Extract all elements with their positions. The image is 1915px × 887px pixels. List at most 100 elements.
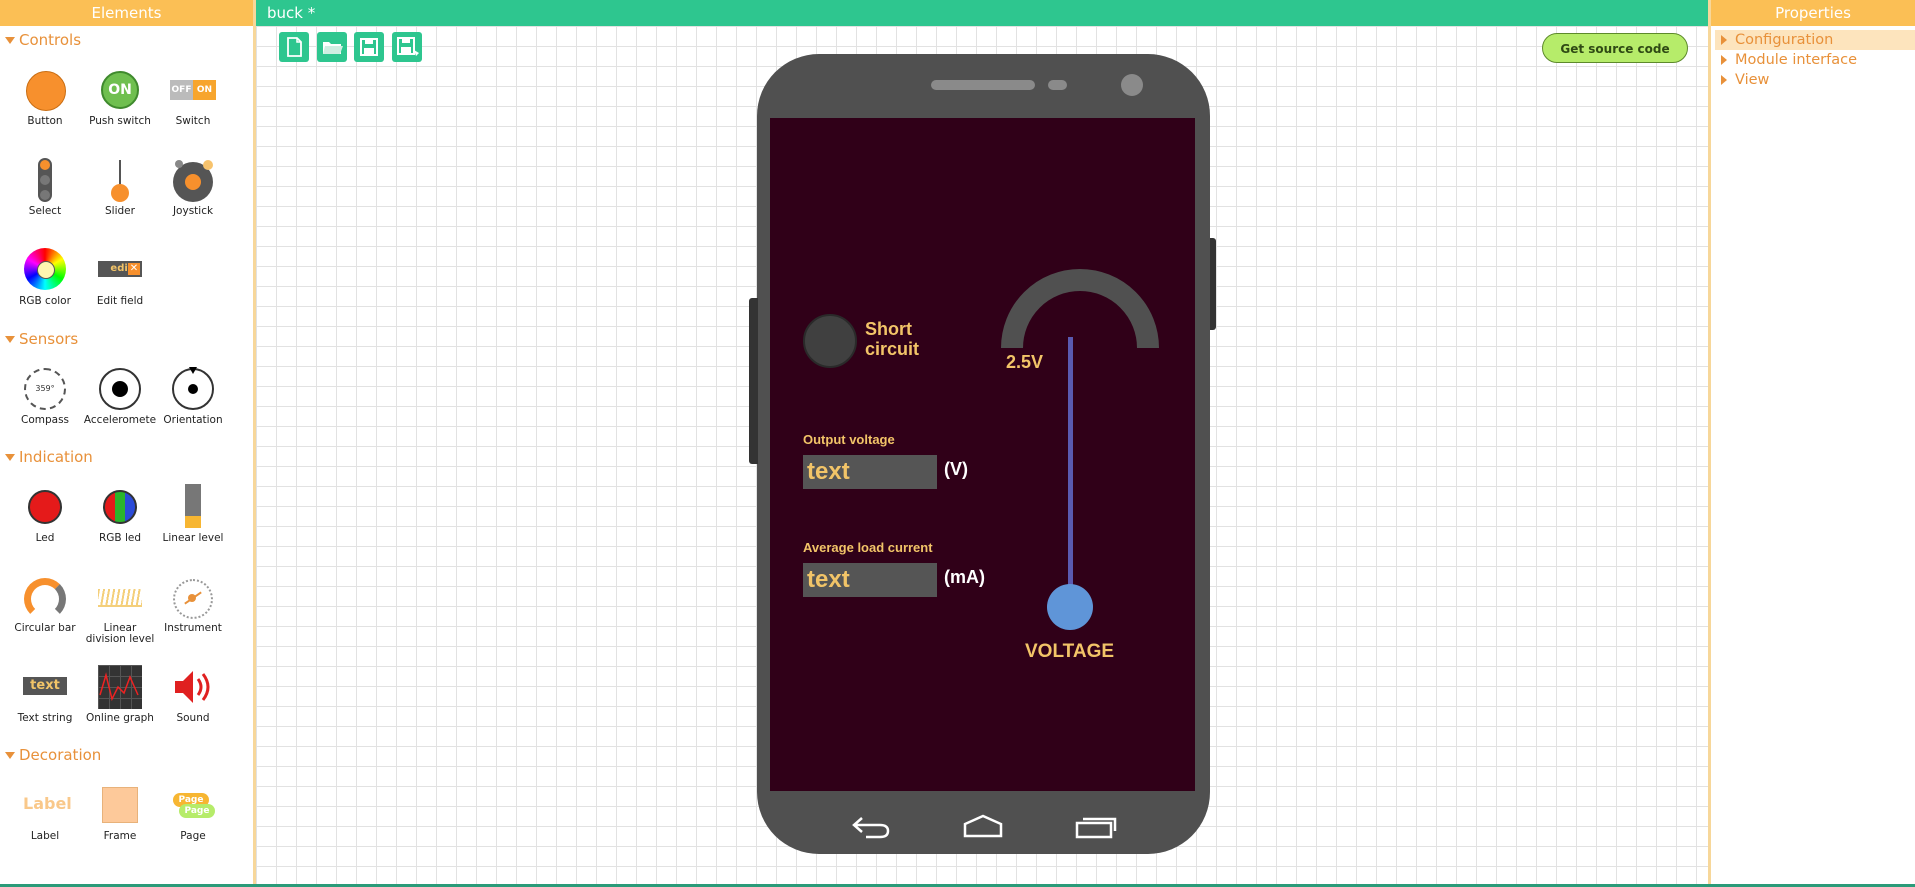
- tool-label: Sound: [176, 712, 210, 724]
- section-indication[interactable]: Indication: [5, 448, 93, 466]
- color-wheel-icon: [23, 248, 67, 292]
- short-circuit-led[interactable]: [803, 314, 857, 368]
- select-icon: [23, 158, 67, 202]
- tool-label: Frame: [103, 830, 137, 842]
- linear-level-icon: [171, 484, 215, 529]
- tool-linear-level[interactable]: Linear level: [155, 484, 231, 544]
- tool-edit-field[interactable]: edit ✕ Edit field: [82, 248, 158, 307]
- properties-panel-title: Properties: [1711, 0, 1915, 26]
- tool-label: Linear level: [162, 532, 224, 544]
- open-folder-icon: [323, 42, 343, 54]
- tool-label-element[interactable]: Label Label: [7, 783, 83, 842]
- tool-label: Joystick: [172, 205, 214, 217]
- save-as-icon: [397, 37, 419, 56]
- open-file-button[interactable]: [317, 32, 347, 62]
- tool-text-string[interactable]: text Text string: [7, 665, 83, 724]
- tool-joystick[interactable]: Joystick: [155, 158, 231, 217]
- elements-panel-title: Elements: [0, 0, 253, 26]
- collapse-triangle-icon: [5, 37, 15, 44]
- property-label: Module interface: [1735, 52, 1858, 68]
- new-file-icon: [287, 37, 302, 57]
- expand-triangle-icon: [1721, 55, 1727, 65]
- recent-apps-nav-icon[interactable]: [1073, 810, 1117, 840]
- tool-rgb-color[interactable]: RGB color: [7, 248, 83, 307]
- section-decoration-label: Decoration: [19, 746, 102, 764]
- short-circuit-label: Short circuit: [865, 319, 920, 359]
- tool-push-switch[interactable]: ON Push switch: [82, 68, 158, 127]
- led-icon: [23, 485, 67, 529]
- tool-led[interactable]: Led: [7, 485, 83, 544]
- tool-switch[interactable]: OFF ON Switch: [155, 68, 231, 127]
- tool-select[interactable]: Select: [7, 158, 83, 217]
- voltage-slider-track[interactable]: [1068, 337, 1073, 601]
- gauge-icon: [171, 575, 215, 619]
- joystick-icon: [171, 158, 215, 202]
- expand-triangle-icon: [1721, 35, 1727, 45]
- back-nav-icon[interactable]: [850, 810, 894, 840]
- tool-circular-bar[interactable]: Circular bar: [7, 575, 83, 634]
- tool-label: Compass: [20, 414, 70, 426]
- get-source-code-button[interactable]: Get source code: [1542, 33, 1688, 63]
- circular-bar-icon: [23, 575, 67, 620]
- tool-rgb-led[interactable]: RGB led: [82, 485, 158, 544]
- section-sensors-label: Sensors: [19, 330, 79, 348]
- edit-field-icon: edit ✕: [98, 248, 142, 292]
- expand-triangle-icon: [1721, 75, 1727, 85]
- tool-accelerometer[interactable]: Acceleromete: [82, 367, 158, 426]
- section-controls-label: Controls: [19, 31, 82, 49]
- tool-label: Switch: [175, 115, 211, 127]
- tool-label: Button: [27, 115, 63, 127]
- slider-icon: [98, 158, 142, 202]
- output-voltage-label: Output voltage: [803, 432, 895, 447]
- speaker-icon: [171, 665, 215, 709]
- tool-online-graph[interactable]: Online graph: [82, 665, 158, 724]
- tool-label: Online graph: [86, 712, 154, 724]
- phone-sensor: [1048, 80, 1067, 90]
- tool-linear-division-level[interactable]: Linear division level: [82, 575, 158, 645]
- frame-icon: [98, 783, 142, 827]
- tool-label: Instrument: [164, 622, 222, 634]
- elements-panel: Elements Controls Button ON Push switch …: [0, 0, 256, 884]
- home-nav-icon[interactable]: [961, 810, 1005, 840]
- voltage-slider-knob[interactable]: [1047, 584, 1093, 630]
- section-decoration[interactable]: Decoration: [5, 746, 101, 764]
- section-indication-label: Indication: [19, 448, 93, 466]
- tool-frame[interactable]: Frame: [82, 783, 158, 842]
- collapse-triangle-icon: [5, 752, 15, 759]
- accelerometer-icon: [98, 367, 142, 411]
- save-as-button[interactable]: [392, 32, 422, 62]
- push-switch-icon: ON: [98, 68, 142, 112]
- property-label: View: [1735, 72, 1770, 88]
- output-voltage-unit: (V): [944, 459, 968, 479]
- switch-icon: OFF ON: [170, 68, 216, 112]
- property-configuration[interactable]: Configuration: [1715, 30, 1915, 50]
- new-file-button[interactable]: [279, 32, 309, 62]
- section-sensors[interactable]: Sensors: [5, 330, 78, 348]
- tool-button[interactable]: Button: [7, 68, 83, 127]
- tool-compass[interactable]: 359° Compass: [7, 367, 83, 426]
- phone-speaker: [931, 80, 1035, 90]
- tool-label: Linear division level: [85, 622, 155, 646]
- section-controls[interactable]: Controls: [5, 31, 81, 49]
- save-button[interactable]: [354, 32, 384, 62]
- property-module-interface[interactable]: Module interface: [1715, 50, 1915, 70]
- property-label: Configuration: [1735, 32, 1834, 48]
- save-icon: [360, 38, 378, 56]
- tool-sound[interactable]: Sound: [155, 665, 231, 724]
- properties-panel: Properties Configuration Module interfac…: [1708, 0, 1915, 884]
- tool-page[interactable]: Page Page Page: [155, 783, 231, 842]
- tool-label: Acceleromete: [83, 414, 157, 426]
- load-current-unit: (mA): [944, 567, 985, 587]
- tool-label: Text string: [17, 712, 73, 724]
- tool-label: Push switch: [89, 115, 151, 127]
- label-icon: Label: [23, 794, 72, 813]
- tool-instrument[interactable]: Instrument: [155, 575, 231, 634]
- orientation-icon: [171, 367, 215, 411]
- tool-label: Slider: [105, 205, 135, 217]
- tool-label: Edit field: [96, 295, 144, 307]
- load-current-display: text: [803, 563, 937, 597]
- tool-slider[interactable]: Slider: [82, 158, 158, 217]
- tool-label: RGB color: [19, 295, 71, 307]
- tool-orientation[interactable]: Orientation: [155, 367, 231, 426]
- property-view[interactable]: View: [1715, 70, 1915, 90]
